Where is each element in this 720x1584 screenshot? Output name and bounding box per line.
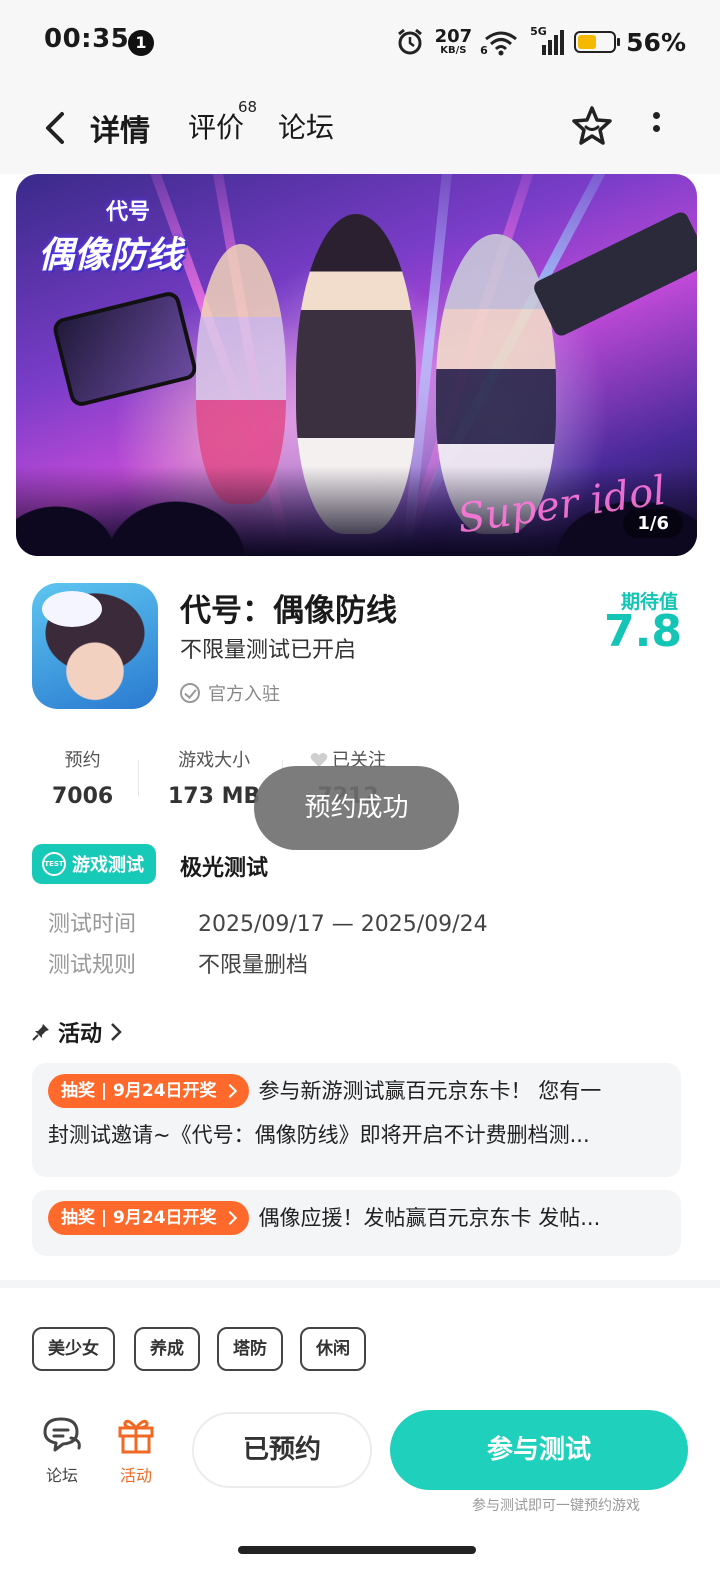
forum-label: 论坛 bbox=[45, 1466, 78, 1485]
stat-size: 游戏大小 173 MB bbox=[168, 746, 260, 809]
join-test-button[interactable]: 参与测试 bbox=[390, 1410, 688, 1490]
battery-icon bbox=[574, 31, 621, 53]
game-test-badge: TEST 游戏测试 bbox=[32, 844, 156, 884]
activity-label: 活动 bbox=[119, 1466, 152, 1485]
tab-detail-label: 详情 bbox=[90, 114, 150, 149]
toast-message: 预约成功 bbox=[254, 766, 459, 850]
status-time: 00:35 bbox=[44, 24, 130, 54]
back-arrow-icon[interactable] bbox=[36, 106, 76, 150]
activity-text-line1: 偶像应援！发帖赢百元京东卡 发帖... bbox=[258, 1206, 601, 1230]
genre-tag[interactable]: 休闲 bbox=[300, 1327, 366, 1371]
reserved-button[interactable]: 已预约 bbox=[192, 1412, 372, 1488]
stat-label: 预约 bbox=[64, 750, 101, 771]
forum-chat-icon bbox=[43, 1417, 81, 1452]
game-title: 代号：偶像防线 bbox=[180, 593, 397, 629]
info-key: 测试规则 bbox=[48, 953, 137, 978]
tab-review[interactable]: 评价 bbox=[188, 106, 244, 146]
phone-graphic bbox=[51, 289, 199, 409]
net-speed-value: 207 bbox=[434, 26, 473, 47]
official-label: 官方入驻 bbox=[208, 684, 280, 705]
bottom-forum-button[interactable]: 论坛 bbox=[32, 1416, 92, 1486]
game-subtitle: 不限量测试已开启 bbox=[180, 638, 357, 663]
lottery-tag: 抽奖 | 9月24日开奖 bbox=[48, 1074, 249, 1108]
chevron-right-icon bbox=[111, 1023, 122, 1041]
bottom-activity-button[interactable]: 活动 bbox=[106, 1416, 166, 1486]
logo-small-text: 代号 bbox=[105, 199, 150, 225]
test-badge-label: 游戏测试 bbox=[72, 855, 144, 876]
genre-tag[interactable]: 美少女 bbox=[32, 1327, 115, 1371]
home-indicator[interactable] bbox=[238, 1546, 476, 1554]
alarm-icon bbox=[397, 28, 422, 55]
gift-icon bbox=[118, 1419, 154, 1454]
info-value: 2025/09/17 — 2025/09/24 bbox=[198, 912, 488, 937]
wifi-label: 6 bbox=[480, 44, 488, 57]
expectation-score: 7.8 bbox=[604, 606, 682, 657]
info-key: 测试时间 bbox=[48, 912, 137, 937]
section-divider bbox=[0, 1280, 720, 1288]
favorite-star-icon[interactable] bbox=[570, 104, 614, 148]
tab-detail[interactable]: 详情 bbox=[86, 106, 154, 152]
banner-carousel[interactable]: 代号 偶像防线 Super idol 1/6 bbox=[16, 174, 697, 556]
official-badge: 官方入驻 bbox=[180, 680, 280, 706]
genre-tag[interactable]: 养成 bbox=[134, 1327, 200, 1371]
status-bar: 00:35 1 207 KB/S 6 5G 56% bbox=[0, 0, 720, 84]
wifi-icon: 6 bbox=[480, 27, 520, 57]
activity-card[interactable]: 抽奖 | 9月24日开奖 参与新游测试赢百元京东卡！ 您有一 封测试邀请~《代号：… bbox=[32, 1063, 681, 1177]
logo-big-text: 偶像防线 bbox=[38, 234, 183, 276]
stat-divider bbox=[138, 760, 139, 796]
pin-icon bbox=[32, 1024, 49, 1041]
activity-section-header[interactable]: 活动 bbox=[32, 1016, 122, 1048]
carousel-page-indicator: 1/6 bbox=[623, 509, 683, 538]
game-app-icon bbox=[32, 583, 158, 709]
activity-text-line2: 封测试邀请~《代号：偶像防线》即将开启不计费删档测... bbox=[48, 1123, 590, 1147]
notification-count-badge: 1 bbox=[128, 30, 154, 56]
game-logo: 代号 偶像防线 bbox=[38, 194, 218, 276]
review-count-badge: 68 bbox=[238, 98, 258, 116]
battery-percent: 56% bbox=[626, 27, 686, 57]
info-value: 不限量删档 bbox=[198, 953, 309, 978]
stat-label: 游戏大小 bbox=[178, 750, 251, 771]
stat-value: 173 MB bbox=[168, 784, 261, 809]
test-time-row: 测试时间 2025/09/17 — 2025/09/24 bbox=[48, 906, 488, 938]
join-test-note: 参与测试即可一键预约游戏 bbox=[472, 1498, 640, 1514]
more-options-icon[interactable] bbox=[644, 106, 668, 150]
top-nav: 详情 评价 68 论坛 bbox=[0, 84, 720, 174]
net-speed: 207 KB/S bbox=[435, 28, 473, 56]
stat-value: 7006 bbox=[52, 784, 114, 809]
activity-card[interactable]: 抽奖 | 9月24日开奖 偶像应援！发帖赢百元京东卡 发帖... bbox=[32, 1190, 681, 1256]
battery-fill bbox=[578, 35, 597, 49]
test-name: 极光测试 bbox=[180, 856, 269, 881]
test-icon: TEST bbox=[42, 852, 66, 876]
activity-text-line1: 参与新游测试赢百元京东卡！ 您有一 bbox=[258, 1079, 602, 1103]
activity-section-title: 活动 bbox=[58, 1022, 103, 1047]
tab-forum[interactable]: 论坛 bbox=[278, 106, 334, 146]
tab-forum-label: 论坛 bbox=[278, 111, 335, 144]
test-rule-row: 测试规则 不限量删档 bbox=[48, 947, 308, 979]
weapon-graphic bbox=[531, 209, 697, 339]
lottery-tag: 抽奖 | 9月24日开奖 bbox=[48, 1201, 249, 1235]
character-left bbox=[196, 244, 286, 504]
stat-reservations: 预约 7006 bbox=[52, 746, 113, 809]
genre-tag[interactable]: 塔防 bbox=[217, 1327, 283, 1371]
tab-review-label: 评价 bbox=[188, 111, 245, 144]
signal-label: 5G bbox=[530, 25, 547, 38]
check-circle-icon bbox=[180, 683, 200, 703]
signal-icon: 5G bbox=[530, 25, 565, 57]
net-speed-unit: KB/S bbox=[440, 45, 467, 56]
